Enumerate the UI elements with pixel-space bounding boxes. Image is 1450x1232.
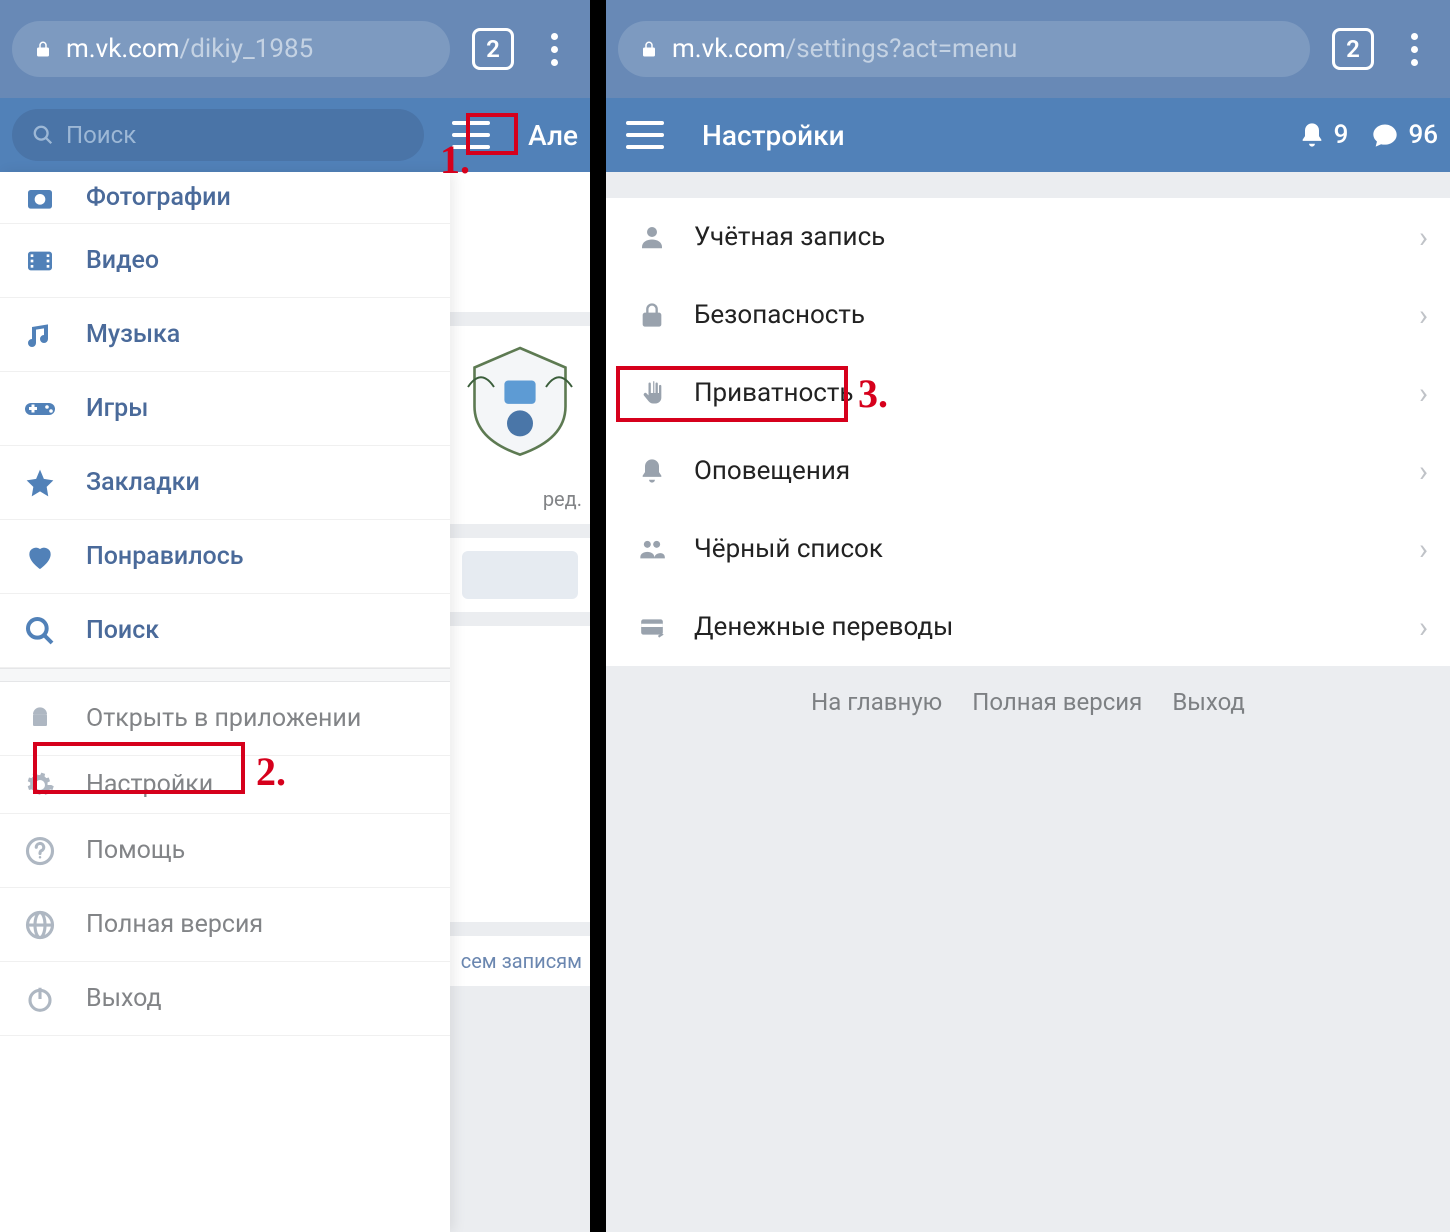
annotation-label-3: 3. xyxy=(858,370,888,417)
menu-item-settings[interactable]: Настройки xyxy=(0,756,450,814)
search-icon xyxy=(20,611,60,651)
left-screenshot: m.vk.com/dikiy_1985 2 Поиск Але Фотограф… xyxy=(0,0,590,1232)
annotation-label-1: 1. xyxy=(440,136,470,183)
menu-item-open-app[interactable]: Открыть в приложении xyxy=(0,682,450,756)
annotation-label-2: 2. xyxy=(256,748,286,795)
footer-link-full[interactable]: Полная версия xyxy=(972,688,1142,716)
menu-item-music[interactable]: Музыка xyxy=(0,298,450,372)
all-posts-text[interactable]: сем записям xyxy=(450,936,590,986)
vk-header-left: Поиск Але xyxy=(0,98,590,172)
camera-icon xyxy=(20,178,60,218)
browser-menu-icon[interactable] xyxy=(540,33,568,66)
url-path: /dikiy_1985 xyxy=(180,34,314,64)
menu-item-help[interactable]: Помощь xyxy=(0,814,450,888)
gear-icon xyxy=(20,765,60,805)
messages-button[interactable]: 96 xyxy=(1370,120,1438,150)
card-icon xyxy=(632,607,672,647)
profile-background: ред. сем записям xyxy=(450,172,590,1232)
bell-icon xyxy=(632,451,672,491)
menu-item-liked[interactable]: Понравилось xyxy=(0,520,450,594)
hamburger-icon[interactable] xyxy=(626,121,664,149)
url-path: /settings?act=menu xyxy=(786,34,1018,64)
vk-header-right: Настройки 9 96 xyxy=(606,98,1450,172)
menu-item-games[interactable]: Игры xyxy=(0,372,450,446)
page-title: Настройки xyxy=(702,119,845,152)
chevron-right-icon: › xyxy=(1419,532,1428,567)
lock-icon xyxy=(34,38,52,60)
chevron-right-icon: › xyxy=(1419,298,1428,333)
url-bar-left[interactable]: m.vk.com/dikiy_1985 xyxy=(12,21,450,77)
menu-item-full-version[interactable]: Полная версия xyxy=(0,888,450,962)
browser-menu-icon[interactable] xyxy=(1400,33,1428,66)
action-button[interactable] xyxy=(462,551,578,599)
menu-item-bookmarks[interactable]: Закладки xyxy=(0,446,450,520)
footer-links: На главную Полная версия Выход xyxy=(606,666,1450,738)
browser-bar-right: m.vk.com/settings?act=menu 2 xyxy=(606,0,1450,98)
globe-icon xyxy=(20,905,60,945)
setting-security[interactable]: Безопасность › xyxy=(606,276,1450,354)
menu-item-logout[interactable]: Выход xyxy=(0,962,450,1036)
msg-count: 96 xyxy=(1408,120,1438,150)
chevron-right-icon: › xyxy=(1419,220,1428,255)
chevron-right-icon: › xyxy=(1419,376,1428,411)
heart-icon xyxy=(20,537,60,577)
tabs-button[interactable]: 2 xyxy=(1332,28,1374,70)
notifications-button[interactable]: 9 xyxy=(1298,120,1349,150)
star-icon xyxy=(20,463,60,503)
setting-blacklist[interactable]: Чёрный список › xyxy=(606,510,1450,588)
notif-count: 9 xyxy=(1334,120,1349,150)
sidebar-menu: Фотографии Видео Музыка Игры Закладки xyxy=(0,172,450,1232)
video-icon xyxy=(20,241,60,281)
url-bar-right[interactable]: m.vk.com/settings?act=menu xyxy=(618,21,1310,77)
search-placeholder: Поиск xyxy=(66,121,136,149)
setting-account[interactable]: Учётная запись › xyxy=(606,198,1450,276)
power-icon xyxy=(20,979,60,1019)
edit-text[interactable]: ред. xyxy=(450,474,590,524)
help-icon xyxy=(20,831,60,871)
search-icon xyxy=(32,124,54,146)
profile-name: Але xyxy=(528,119,578,152)
panel-divider xyxy=(590,0,606,1232)
settings-list: Учётная запись › Безопасность › Приватно… xyxy=(606,198,1450,666)
footer-link-home[interactable]: На главную xyxy=(811,688,942,716)
setting-notifications[interactable]: Оповещения › xyxy=(606,432,1450,510)
chevron-right-icon: › xyxy=(1419,610,1428,645)
right-screenshot: m.vk.com/settings?act=menu 2 Настройки 9… xyxy=(606,0,1450,1232)
lock-icon xyxy=(640,38,658,60)
footer-link-logout[interactable]: Выход xyxy=(1172,688,1245,716)
browser-bar-left: m.vk.com/dikiy_1985 2 xyxy=(0,0,590,98)
chat-icon xyxy=(1370,121,1400,149)
android-icon xyxy=(20,699,60,739)
lock-icon xyxy=(632,295,672,335)
music-icon xyxy=(20,315,60,355)
profile-emblem xyxy=(450,326,590,474)
url-domain: m.vk.com xyxy=(672,34,786,64)
menu-item-search[interactable]: Поиск xyxy=(0,594,450,668)
hand-icon xyxy=(632,373,672,413)
menu-item-photos[interactable]: Фотографии xyxy=(0,172,450,224)
gamepad-icon xyxy=(20,389,60,429)
user-icon xyxy=(632,217,672,257)
people-icon xyxy=(632,529,672,569)
menu-item-video[interactable]: Видео xyxy=(0,224,450,298)
setting-privacy[interactable]: Приватность › xyxy=(606,354,1450,432)
search-input[interactable]: Поиск xyxy=(12,109,424,161)
setting-money[interactable]: Денежные переводы › xyxy=(606,588,1450,666)
url-domain: m.vk.com xyxy=(66,34,180,64)
bell-icon xyxy=(1298,120,1326,150)
tabs-button[interactable]: 2 xyxy=(472,28,514,70)
chevron-right-icon: › xyxy=(1419,454,1428,489)
